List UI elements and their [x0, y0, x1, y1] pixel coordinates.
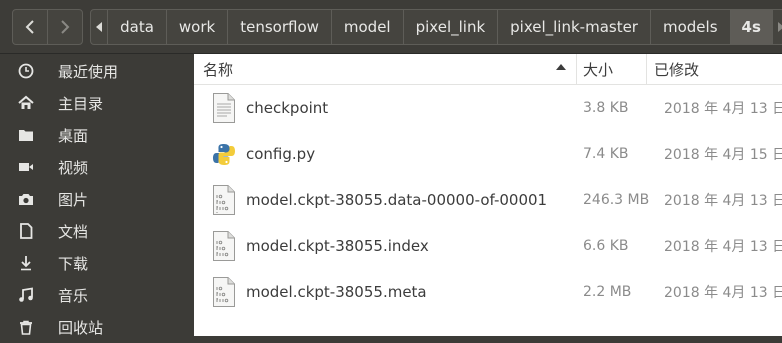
sidebar-item-label: 回收站	[58, 318, 104, 337]
file-name: model.ckpt-38055.index	[246, 237, 429, 255]
file-size: 246.3 MB	[583, 192, 650, 208]
column-divider[interactable]	[576, 54, 577, 84]
sidebar-item-music[interactable]: 音乐	[0, 279, 194, 311]
text-file-icon	[213, 93, 235, 123]
sidebar-item-downloads[interactable]: 下载	[0, 247, 194, 279]
binary-file-icon	[213, 277, 235, 307]
triangle-right-icon	[777, 22, 782, 32]
file-size: 2.2 MB	[583, 284, 632, 300]
python-file-icon	[213, 144, 235, 165]
sidebar-item-label: 桌面	[58, 126, 89, 145]
sidebar-item-recent[interactable]: 最近使用	[0, 55, 194, 87]
file-modified: 2018 年 4月 13 日	[664, 285, 782, 301]
breadcrumb-item[interactable]: pixel_link-master	[498, 10, 651, 44]
camera-icon	[16, 189, 36, 209]
file-row[interactable]: config.py 7.4 KB 2018 年 4月 15 日	[194, 131, 782, 177]
file-row[interactable]: checkpoint 3.8 KB 2018 年 4月 13 日	[194, 85, 782, 131]
sidebar-item-documents[interactable]: 文档	[0, 215, 194, 247]
file-modified: 2018 年 4月 13 日	[664, 193, 782, 209]
triangle-left-icon	[96, 22, 103, 32]
file-name: model.ckpt-38055.data-00000-of-00001	[246, 191, 548, 209]
sidebar-item-label: 主目录	[58, 94, 104, 113]
file-row[interactable]: model.ckpt-38055.index 6.6 KB 2018 年 4月 …	[194, 223, 782, 269]
sidebar-item-pictures[interactable]: 图片	[0, 183, 194, 215]
breadcrumb-item[interactable]: work	[167, 10, 229, 44]
sidebar-item-videos[interactable]: 视频	[0, 151, 194, 183]
file-size: 7.4 KB	[583, 146, 629, 162]
sidebar: 最近使用 主目录 桌面 视频 图片 文档 下载 音乐 回收站	[0, 54, 194, 337]
column-divider[interactable]	[646, 54, 647, 84]
breadcrumb-scroll-left[interactable]	[91, 10, 109, 44]
file-size: 6.6 KB	[583, 238, 629, 254]
binary-file-icon	[213, 231, 235, 261]
sidebar-item-label: 音乐	[58, 286, 89, 305]
sidebar-item-label: 文档	[58, 222, 89, 241]
download-icon	[16, 253, 36, 273]
trash-icon	[16, 317, 36, 337]
chevron-right-icon	[61, 20, 70, 34]
breadcrumb-item-current[interactable]: 4s	[730, 10, 773, 44]
sidebar-item-trash[interactable]: 回收站	[0, 311, 194, 343]
file-name: model.ckpt-38055.meta	[246, 283, 427, 301]
folder-icon	[16, 125, 36, 145]
path-bar: data work tensorflow model pixel_link pi…	[0, 0, 782, 54]
breadcrumb-item[interactable]: data	[108, 10, 167, 44]
clock-icon	[16, 61, 36, 81]
back-button[interactable]	[12, 9, 48, 45]
breadcrumb-item[interactable]: model	[332, 10, 404, 44]
breadcrumb: data work tensorflow model pixel_link pi…	[90, 9, 782, 45]
sidebar-item-desktop[interactable]: 桌面	[0, 119, 194, 151]
music-icon	[16, 285, 36, 305]
forward-button[interactable]	[47, 9, 83, 45]
column-name[interactable]: 名称	[203, 54, 233, 84]
sort-ascending-icon	[556, 64, 566, 70]
file-name: checkpoint	[246, 99, 329, 117]
column-header: 名称 大小 已修改	[194, 54, 782, 85]
home-icon	[16, 93, 36, 113]
file-row[interactable]: model.ckpt-38055.data-00000-of-00001 246…	[194, 177, 782, 223]
sidebar-item-label: 下载	[58, 254, 89, 273]
sidebar-item-label: 最近使用	[58, 62, 119, 81]
file-modified: 2018 年 4月 13 日	[664, 101, 782, 117]
file-size: 3.8 KB	[583, 100, 629, 116]
column-size[interactable]: 大小	[583, 54, 613, 84]
document-icon	[16, 221, 36, 241]
file-modified: 2018 年 4月 13 日	[664, 239, 782, 255]
breadcrumb-scroll-right[interactable]	[773, 10, 782, 44]
sidebar-item-label: 视频	[58, 158, 89, 177]
column-modified[interactable]: 已修改	[654, 54, 699, 84]
sidebar-item-label: 图片	[58, 190, 89, 209]
breadcrumb-item[interactable]: pixel_link	[404, 10, 499, 44]
breadcrumb-item[interactable]: models	[651, 10, 731, 44]
chevron-left-icon	[25, 20, 34, 34]
sidebar-item-home[interactable]: 主目录	[0, 87, 194, 119]
file-name: config.py	[246, 145, 316, 163]
binary-file-icon	[213, 185, 235, 215]
file-row[interactable]: model.ckpt-38055.meta 2.2 MB 2018 年 4月 1…	[194, 269, 782, 315]
breadcrumb-item[interactable]: tensorflow	[228, 10, 332, 44]
file-modified: 2018 年 4月 15 日	[664, 147, 782, 163]
file-list: 名称 大小 已修改 checkpoint 3.8 KB 2018 年 4月 13…	[194, 54, 782, 336]
video-icon	[16, 157, 36, 177]
